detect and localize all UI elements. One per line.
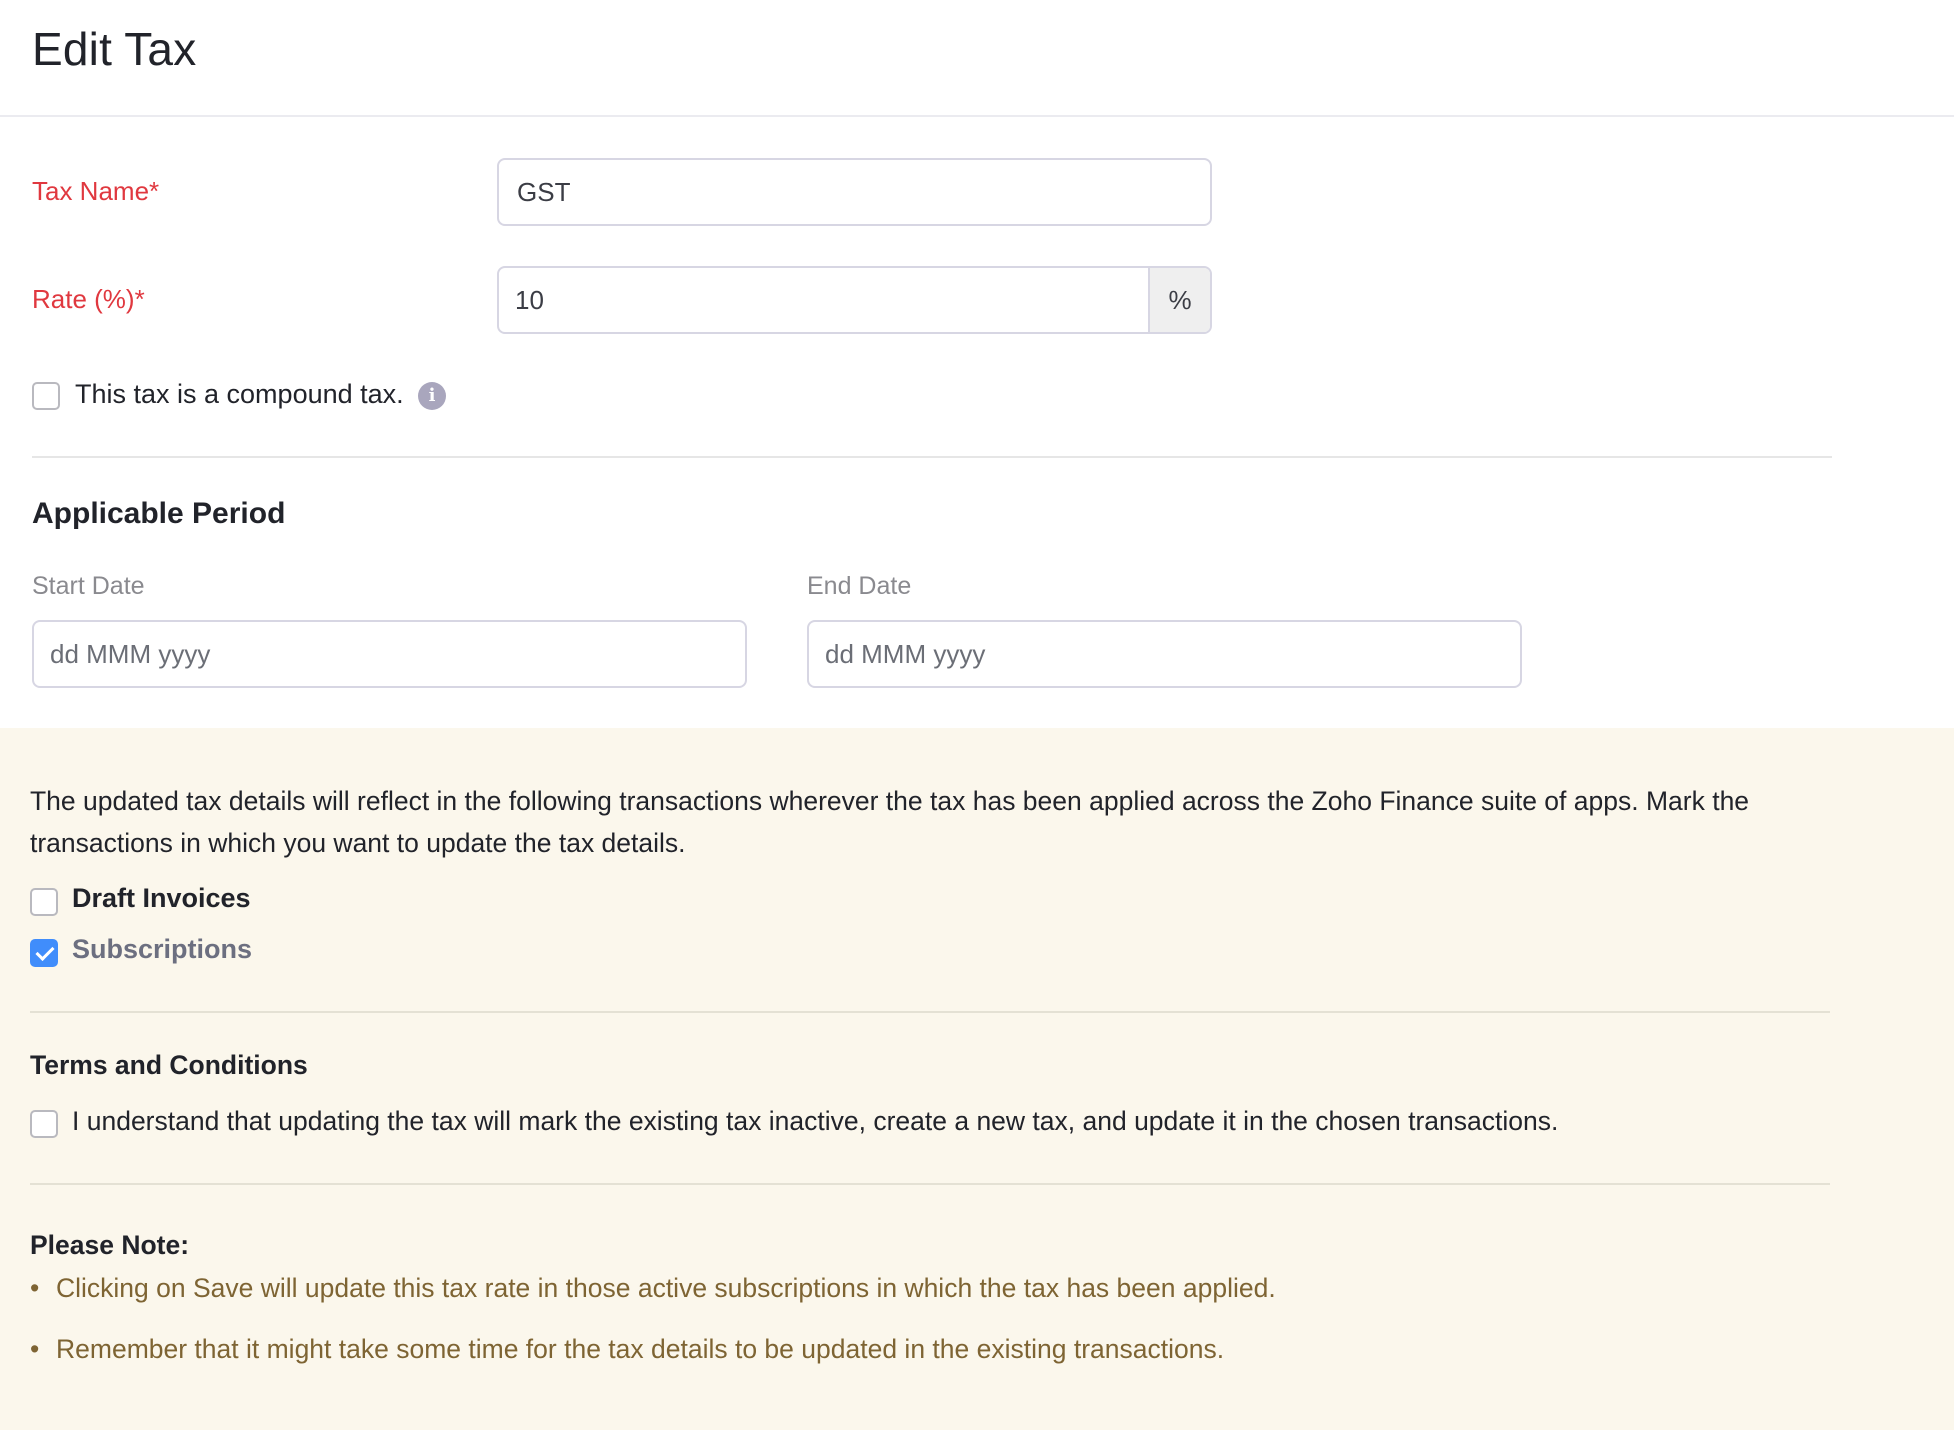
end-date-input[interactable]: dd MMM yyyy (807, 620, 1522, 688)
rate-input[interactable]: 10 (515, 268, 544, 332)
compound-tax-checkbox[interactable] (32, 382, 60, 410)
rate-input-group: 10 % (497, 266, 1212, 334)
note-text: Remember that it might take some time fo… (56, 1334, 1225, 1364)
terms-divider (30, 1183, 1830, 1185)
page-header: Edit Tax (0, 0, 1954, 117)
subscriptions-label: Subscriptions (72, 934, 253, 964)
tax-name-input[interactable]: GST (497, 158, 1212, 226)
start-date-input[interactable]: dd MMM yyyy (32, 620, 747, 688)
please-note-title: Please Note: (30, 1230, 190, 1260)
draft-invoices-label: Draft Invoices (72, 883, 251, 913)
start-date-label: Start Date (32, 572, 145, 600)
draft-invoices-checkbox[interactable] (30, 888, 58, 916)
section-divider (32, 456, 1832, 458)
terms-label: I understand that updating the tax will … (72, 1106, 1559, 1136)
subscriptions-checkbox[interactable] (30, 939, 58, 967)
notice-divider (30, 1011, 1830, 1013)
bullet-icon: • (30, 1334, 40, 1364)
note-text: Clicking on Save will update this tax ra… (56, 1273, 1276, 1303)
terms-title: Terms and Conditions (30, 1050, 308, 1080)
applicable-period-title: Applicable Period (32, 497, 286, 530)
note-item: • Remember that it might take some time f… (30, 1334, 1224, 1365)
compound-tax-label: This tax is a compound tax. (75, 379, 404, 409)
notice-description: The updated tax details will reflect in … (30, 786, 1750, 858)
tax-name-label: Tax Name* (32, 176, 160, 206)
update-transactions-notice: The updated tax details will reflect in … (0, 728, 1954, 1430)
page-title: Edit Tax (32, 23, 197, 75)
rate-label: Rate (%)* (32, 284, 145, 314)
note-item: • Clicking on Save will update this tax r… (30, 1273, 1276, 1304)
end-date-label: End Date (807, 572, 912, 600)
info-icon[interactable]: i (418, 382, 446, 410)
percent-suffix: % (1148, 268, 1210, 332)
bullet-icon: • (30, 1273, 40, 1303)
terms-checkbox[interactable] (30, 1110, 58, 1138)
